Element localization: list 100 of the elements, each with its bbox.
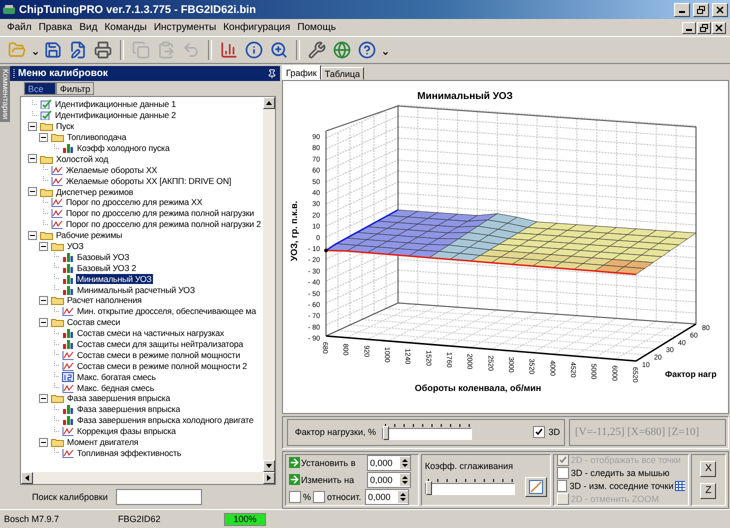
- vertical-scrollbar[interactable]: [263, 97, 275, 472]
- toolbar-button[interactable]: [356, 39, 378, 61]
- line-graph-icon: [51, 164, 63, 175]
- tree-item[interactable]: Минимальный УОЗ: [76, 274, 153, 284]
- line-graph-icon: [51, 219, 63, 230]
- collapse-icon[interactable]: [28, 154, 37, 164]
- collapse-icon[interactable]: [39, 242, 48, 251]
- spin-arrows-icon[interactable]: [400, 456, 410, 469]
- axis-button[interactable]: Z: [700, 482, 716, 499]
- horizontal-scrollbar[interactable]: [21, 472, 275, 484]
- tree-item[interactable]: Состав смеси на частичных нагрузках: [76, 328, 225, 338]
- minimize-icon: [686, 29, 692, 31]
- number-icon: [62, 372, 74, 382]
- slider-track[interactable]: [424, 482, 515, 495]
- tree-item[interactable]: Состав смеси для защиты нейтрализатора: [76, 339, 244, 350]
- restore-button[interactable]: [693, 2, 709, 16]
- slider-track[interactable]: [382, 428, 472, 440]
- number-field[interactable]: 0,000: [367, 472, 411, 488]
- spin-arrows-icon[interactable]: [400, 474, 410, 486]
- tree-item[interactable]: УОЗ: [66, 241, 85, 252]
- collapse-icon[interactable]: [39, 438, 48, 447]
- folder-icon: [51, 132, 64, 142]
- view-tab[interactable]: Таблица: [320, 67, 364, 80]
- tree-item[interactable]: Желаемые обороты ХХ: [65, 164, 158, 175]
- tree-item[interactable]: Коэфф холодного пуска: [76, 143, 171, 153]
- menu-item[interactable]: Команды: [101, 21, 150, 34]
- tree-item[interactable]: Коррекция фазы впрыска: [76, 426, 177, 436]
- close-button[interactable]: [712, 22, 726, 34]
- tree-item[interactable]: Рабочие режимы: [55, 230, 124, 240]
- checkbox[interactable]: [556, 480, 568, 492]
- collapse-icon[interactable]: [28, 230, 37, 240]
- tree-item[interactable]: Топливная эффективность: [76, 448, 182, 458]
- change-button[interactable]: Изменить на: [289, 474, 365, 486]
- toolbar-button[interactable]: [243, 39, 265, 61]
- tree-item[interactable]: Идентификационные данные 2: [54, 110, 177, 120]
- status-text: Bosch M7.9.7: [3, 514, 60, 524]
- menu-item[interactable]: Конфигурация: [220, 21, 294, 34]
- tree-item[interactable]: Состав смеси в режиме полной мощности: [76, 350, 242, 360]
- tree-item[interactable]: Базовый УОЗ: [76, 252, 130, 262]
- tree-item[interactable]: Макс. богатая смесь: [76, 372, 157, 382]
- pin-icon[interactable]: [267, 68, 277, 78]
- tree-item[interactable]: Фаза завершения впрыска: [66, 393, 172, 404]
- tree-item[interactable]: Пуск: [55, 121, 75, 132]
- tree-item[interactable]: Холостой ход: [55, 154, 110, 164]
- checkbox[interactable]: [533, 426, 546, 438]
- tree-item[interactable]: Топливоподача: [66, 132, 128, 142]
- toolbar-button[interactable]: [92, 39, 114, 61]
- filter-tab[interactable]: Фильтр: [56, 82, 94, 95]
- tree-item[interactable]: Порог по дросселю для режима ХХ: [65, 197, 204, 208]
- collapse-icon[interactable]: [39, 132, 48, 142]
- tree-item[interactable]: Расчет наполнения: [66, 295, 143, 306]
- tree-item[interactable]: Диспетчер режимов: [55, 186, 134, 197]
- line-graph-icon: [62, 448, 74, 458]
- menu-item[interactable]: Инструменты: [150, 21, 220, 34]
- spin-arrows-icon[interactable]: [398, 490, 408, 503]
- collapse-icon[interactable]: [39, 296, 48, 305]
- checkbox[interactable]: [313, 490, 326, 503]
- menu-item[interactable]: Вид: [76, 21, 100, 34]
- smooth-button[interactable]: [524, 476, 547, 497]
- tree-item[interactable]: Состав смеси в режиме полной мощности 2: [76, 360, 248, 371]
- close-button[interactable]: [712, 2, 728, 16]
- tree-item[interactable]: Порог по дросселю для режима полной нагрузки 2: [65, 219, 262, 230]
- tree-item[interactable]: Базовый УОЗ 2: [76, 262, 138, 273]
- collapse-icon[interactable]: [28, 122, 37, 131]
- set-button[interactable]: Установить в: [289, 457, 365, 468]
- restore-button[interactable]: [697, 22, 711, 34]
- view-tab[interactable]: График: [282, 65, 321, 80]
- tree-item[interactable]: Состав смеси: [66, 317, 122, 328]
- tree-item[interactable]: Минимальный расчетный УОЗ: [76, 284, 196, 295]
- tree-item[interactable]: Желаемые обороты ХХ [АКПП: DRIVE ON]: [65, 176, 232, 186]
- checkbox[interactable]: [289, 490, 301, 503]
- minimize-button[interactable]: [674, 2, 690, 16]
- tree-item[interactable]: Фаза завершения впрыска: [76, 404, 182, 414]
- tree-item[interactable]: Макс. бедная смесь: [76, 382, 156, 393]
- slider-thumb[interactable]: [383, 426, 389, 440]
- tree-item[interactable]: Мин. открытие дросселя, обеспечивающее ма: [76, 306, 257, 316]
- search-field[interactable]: [116, 489, 202, 505]
- axis-button[interactable]: X: [700, 460, 716, 477]
- checkbox[interactable]: [556, 467, 569, 480]
- bar-map-icon: [62, 143, 74, 153]
- tree-item[interactable]: Идентификационные данные 1: [54, 99, 177, 110]
- toolbar-button[interactable]: [306, 39, 328, 61]
- menu-item[interactable]: Правка: [36, 21, 76, 34]
- collapse-icon[interactable]: [39, 394, 48, 403]
- menu-item[interactable]: Помощь: [294, 21, 339, 34]
- collapse-icon[interactable]: [39, 318, 48, 327]
- tree-item[interactable]: Фаза завершения впрыска холодного двигате: [76, 415, 254, 426]
- side-tab[interactable]: Комментарии: [0, 66, 10, 122]
- tree-item[interactable]: Порог по дросселю для режима полной нагрузки: [65, 208, 256, 218]
- collapse-icon[interactable]: [28, 187, 37, 196]
- slider-thumb[interactable]: [426, 480, 432, 495]
- restore-icon: [697, 6, 705, 14]
- toolbar-button[interactable]: [331, 39, 353, 61]
- bar-map-icon: [62, 415, 74, 426]
- number-field[interactable]: 0,000: [365, 488, 410, 505]
- menu-item[interactable]: Файл: [4, 21, 35, 34]
- number-field[interactable]: 0,000: [367, 454, 411, 471]
- filter-tab[interactable]: Все: [24, 82, 56, 95]
- tree-item[interactable]: Момент двигателя: [66, 437, 140, 448]
- minimize-button[interactable]: [682, 22, 696, 34]
